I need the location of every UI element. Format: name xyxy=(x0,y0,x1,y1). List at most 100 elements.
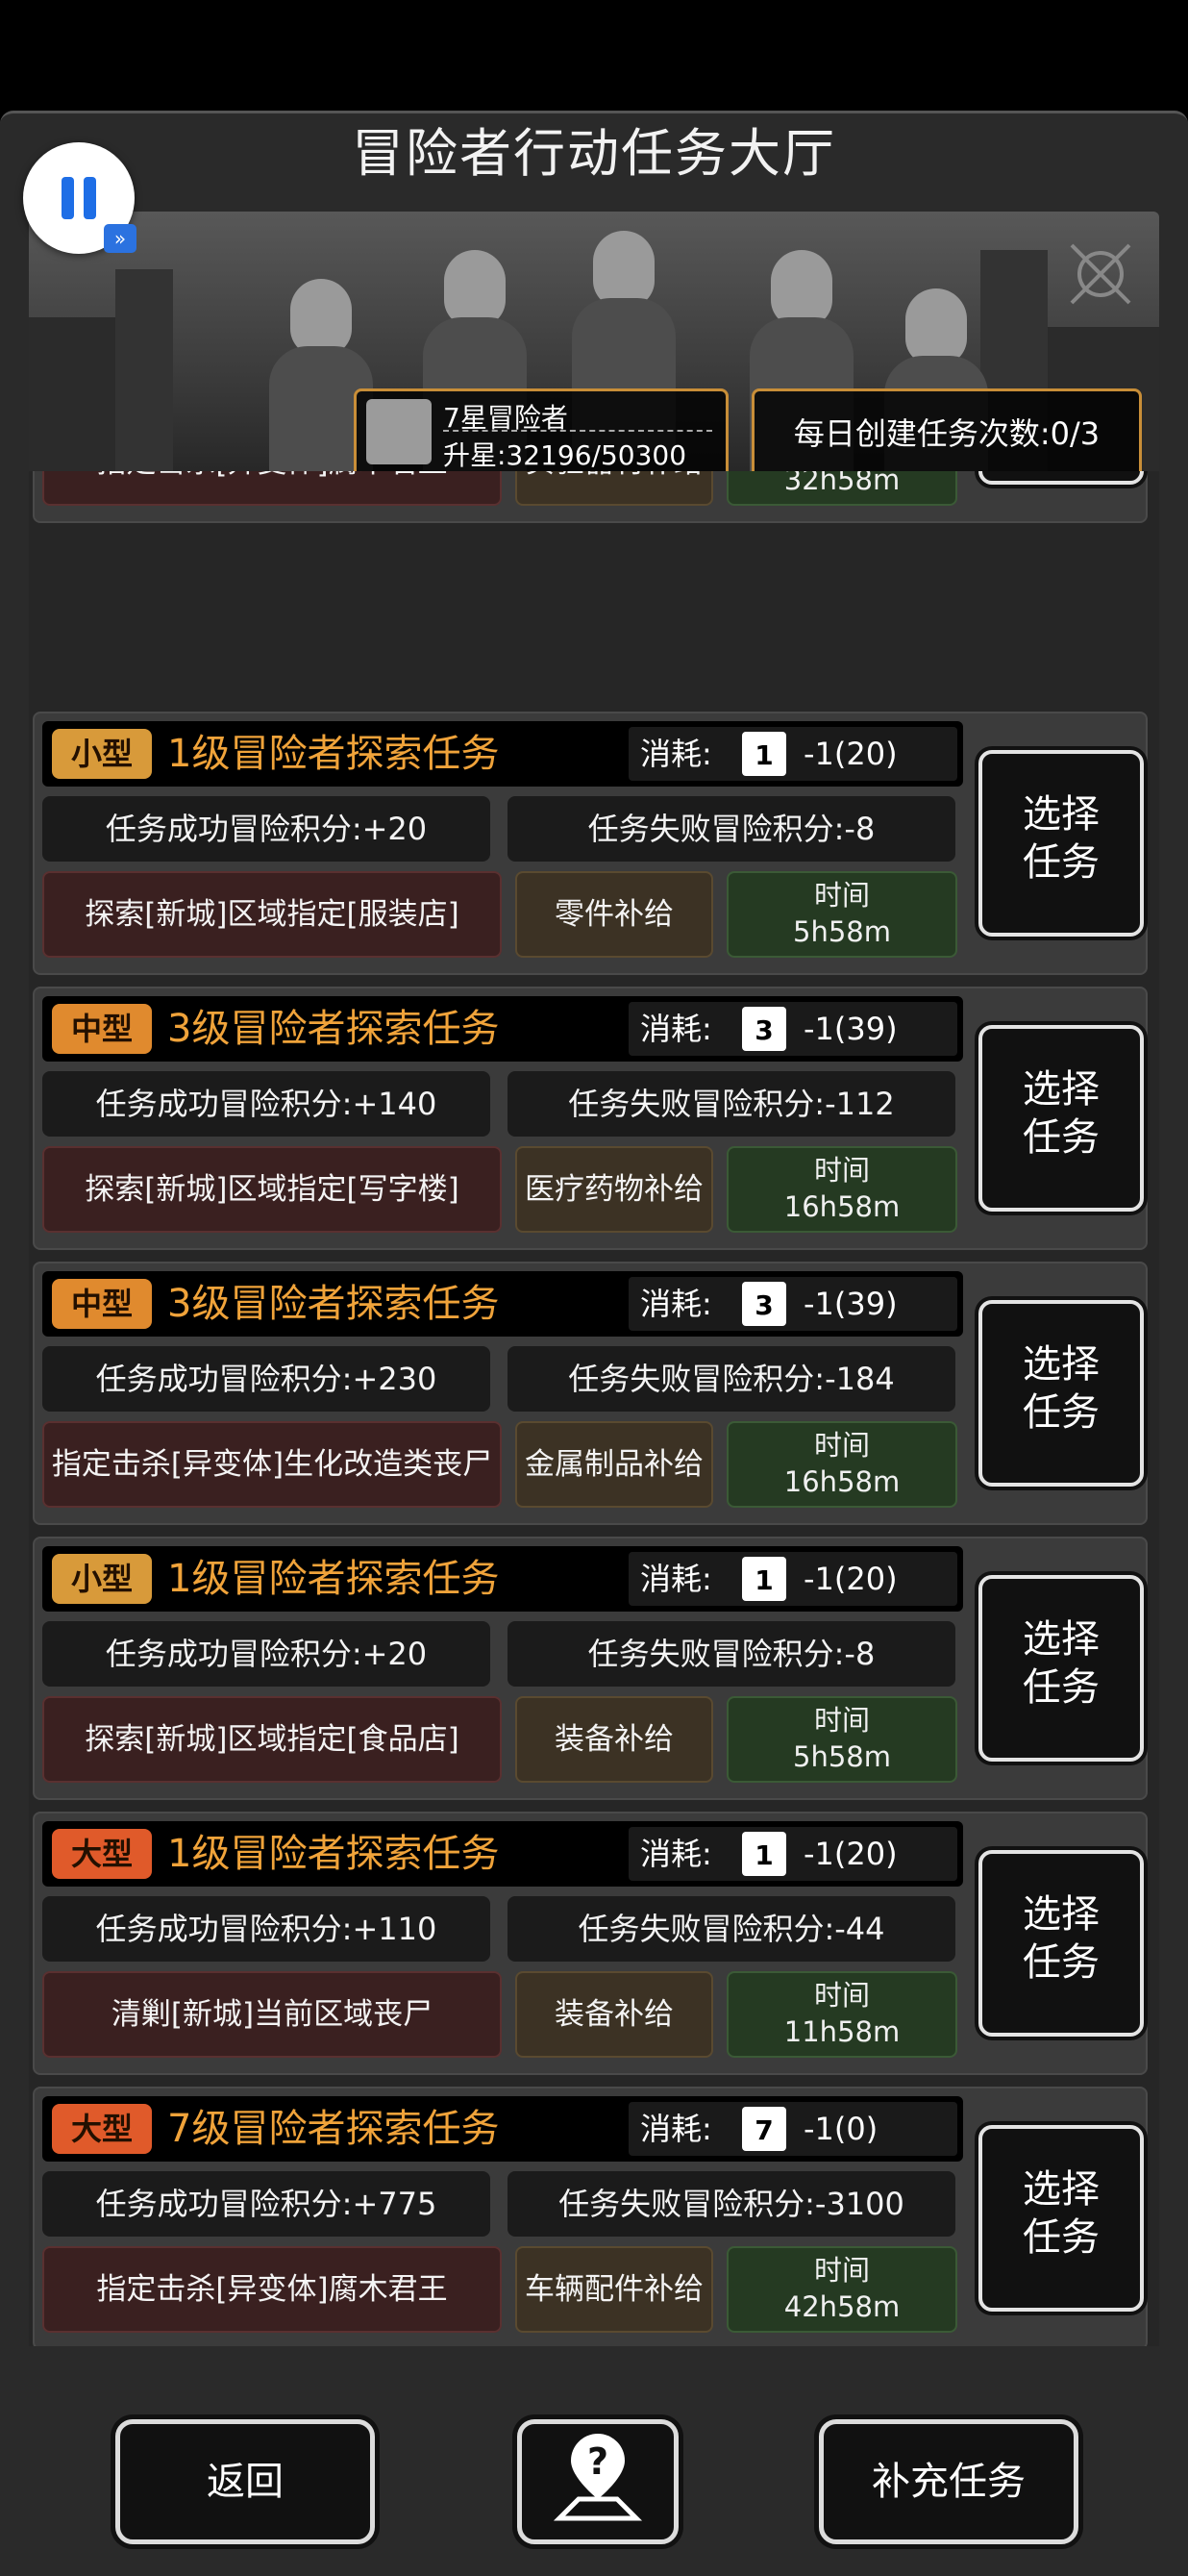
time-value: 16h58m xyxy=(783,1465,901,1498)
cost-value: -1(20) xyxy=(804,1561,898,1597)
task-target: 探索[新城]区域指定[写字楼] xyxy=(42,1146,502,1233)
task-time: 时间 5h58m xyxy=(727,871,957,958)
building xyxy=(115,269,173,500)
select-label-line1: 选择 xyxy=(1023,1342,1100,1387)
task-size-badge: 大型 xyxy=(52,2104,152,2154)
time-value: 16h58m xyxy=(783,1190,901,1223)
select-label-line2: 任务 xyxy=(1023,840,1100,885)
svg-text:?: ? xyxy=(587,2440,608,2483)
page-title: 冒险者行动任务大厅 xyxy=(352,123,836,184)
task-time: 时间 16h58m xyxy=(727,1146,957,1233)
time-value: 32h58m xyxy=(783,471,901,496)
time-label: 时间 xyxy=(813,879,870,912)
fail-points: 任务失败冒险积分:-3100 xyxy=(507,2171,955,2237)
task-supply: 医疗药物补给 xyxy=(515,1146,713,1233)
select-label-line2: 任务 xyxy=(1023,1115,1100,1160)
task-title-bar: 小型 1级冒险者探索任务 消耗: 1 -1(20) xyxy=(42,1546,963,1612)
select-label-line1: 选择 xyxy=(1023,2167,1100,2212)
biohazard-emblem-icon xyxy=(1070,243,1131,305)
pause-icon xyxy=(62,177,74,219)
select-task-button[interactable]: 选择 任务 xyxy=(978,1575,1144,1762)
task-card: 任务成功冒险积分:+355 任务失败冒险积分:-639 指定击杀[异变体]腐木君… xyxy=(33,471,1148,523)
time-label: 时间 xyxy=(813,2254,870,2287)
task-time: 时间 5h58m xyxy=(727,1696,957,1783)
success-points: 任务成功冒险积分:+775 xyxy=(42,2171,490,2237)
select-task-button[interactable]: 选择 任务 xyxy=(978,1850,1144,2037)
success-points: 任务成功冒险积分:+20 xyxy=(42,1621,490,1687)
task-name: 1级冒险者探索任务 xyxy=(167,1832,500,1876)
task-size-badge: 中型 xyxy=(52,1004,152,1054)
help-map-icon: ? xyxy=(553,2434,643,2521)
task-card: 小型 1级冒险者探索任务 消耗: 1 -1(20) 任务成功冒险积分:+20 任… xyxy=(33,712,1148,975)
task-name: 7级冒险者探索任务 xyxy=(167,2107,500,2151)
select-task-button[interactable]: 选择 任务 xyxy=(978,2125,1144,2312)
task-target: 指定击杀[异变体]腐木君王 xyxy=(42,471,502,506)
task-cost: 消耗: 1 -1(20) xyxy=(629,727,957,781)
fast-forward-icon[interactable]: » xyxy=(104,224,136,253)
task-target: 指定击杀[异变体]生化改造类丧尸 xyxy=(42,1421,502,1508)
task-title-bar: 大型 1级冒险者探索任务 消耗: 1 -1(20) xyxy=(42,1821,963,1887)
avatar xyxy=(366,399,432,464)
task-target: 指定击杀[异变体]腐木君王 xyxy=(42,2246,502,2333)
task-supply: 实验器材补给 xyxy=(515,471,713,506)
level-ticket-icon: 1 xyxy=(742,732,786,776)
star-progress: 升星:32196/50300 xyxy=(443,439,687,471)
level-ticket-icon: 1 xyxy=(742,1557,786,1601)
select-label-line2: 任务 xyxy=(1023,1665,1100,1710)
task-list[interactable]: 任务成功冒险积分:+355 任务失败冒险积分:-639 指定击杀[异变体]腐木君… xyxy=(29,471,1159,2346)
cost-value: -1(39) xyxy=(804,1286,898,1322)
daily-create-count: 每日创建任务次数:0/3 xyxy=(752,388,1142,479)
level-ticket-icon: 3 xyxy=(742,1282,786,1326)
select-label-line1: 选择 xyxy=(1023,1067,1100,1112)
back-button[interactable]: 返回 xyxy=(115,2419,375,2544)
task-size-badge: 大型 xyxy=(52,1829,152,1879)
cost-value: -1(20) xyxy=(804,736,898,772)
help-button[interactable]: ? xyxy=(517,2419,679,2544)
task-title-bar: 大型 7级冒险者探索任务 消耗: 7 -1(0) xyxy=(42,2096,963,2162)
time-label: 时间 xyxy=(813,1979,870,2012)
cost-value: -1(39) xyxy=(804,1011,898,1047)
task-card: 大型 7级冒险者探索任务 消耗: 7 -1(0) 任务成功冒险积分:+775 任… xyxy=(33,2087,1148,2346)
success-points: 任务成功冒险积分:+20 xyxy=(42,796,490,862)
select-task-button[interactable]: 选择 任务 xyxy=(978,471,1144,485)
task-cost: 消耗: 1 -1(20) xyxy=(629,1827,957,1881)
time-value: 42h58m xyxy=(783,2290,901,2323)
task-supply: 装备补给 xyxy=(515,1971,713,2058)
fail-points: 任务失败冒险积分:-8 xyxy=(507,796,955,862)
fail-points: 任务失败冒险积分:-8 xyxy=(507,1621,955,1687)
level-ticket-icon: 7 xyxy=(742,2107,786,2151)
task-card: 大型 1级冒险者探索任务 消耗: 1 -1(20) 任务成功冒险积分:+110 … xyxy=(33,1812,1148,2075)
task-target: 探索[新城]区域指定[服装店] xyxy=(42,871,502,958)
task-target: 探索[新城]区域指定[食品店] xyxy=(42,1696,502,1783)
select-label-line1: 选择 xyxy=(1023,1892,1100,1937)
fail-points: 任务失败冒险积分:-184 xyxy=(507,1346,955,1412)
task-size-badge: 中型 xyxy=(52,1279,152,1329)
task-card: 中型 3级冒险者探索任务 消耗: 3 -1(39) 任务成功冒险积分:+230 … xyxy=(33,1262,1148,1525)
fail-points: 任务失败冒险积分:-44 xyxy=(507,1896,955,1962)
task-cost: 消耗: 7 -1(0) xyxy=(629,2102,957,2156)
task-supply: 金属制品补给 xyxy=(515,1421,713,1508)
task-card: 中型 3级冒险者探索任务 消耗: 3 -1(39) 任务成功冒险积分:+140 … xyxy=(33,987,1148,1250)
task-title-bar: 中型 3级冒险者探索任务 消耗: 3 -1(39) xyxy=(42,1271,963,1337)
task-time: 时间 16h58m xyxy=(727,1421,957,1508)
cost-label: 消耗: xyxy=(640,736,712,772)
select-task-button[interactable]: 选择 任务 xyxy=(978,750,1144,937)
pause-icon xyxy=(84,177,96,219)
task-card: 小型 1级冒险者探索任务 消耗: 1 -1(20) 任务成功冒险积分:+20 任… xyxy=(33,1537,1148,1800)
task-time: 时间 32h58m xyxy=(727,471,957,506)
cost-value: -1(20) xyxy=(804,1836,898,1872)
cost-label: 消耗: xyxy=(640,1561,712,1597)
select-label-line1: 选择 xyxy=(1023,1617,1100,1662)
task-name: 1级冒险者探索任务 xyxy=(167,732,500,776)
select-task-button[interactable]: 选择 任务 xyxy=(978,1300,1144,1487)
success-points: 任务成功冒险积分:+140 xyxy=(42,1071,490,1137)
time-label: 时间 xyxy=(813,1704,870,1737)
divider xyxy=(443,430,712,432)
refill-tasks-button[interactable]: 补充任务 xyxy=(819,2419,1078,2544)
select-task-button[interactable]: 选择 任务 xyxy=(978,1025,1144,1212)
level-ticket-icon: 1 xyxy=(742,1832,786,1876)
select-label-line1: 选择 xyxy=(1023,792,1100,837)
task-supply: 装备补给 xyxy=(515,1696,713,1783)
level-ticket-icon: 3 xyxy=(742,1007,786,1051)
task-time: 时间 11h58m xyxy=(727,1971,957,2058)
